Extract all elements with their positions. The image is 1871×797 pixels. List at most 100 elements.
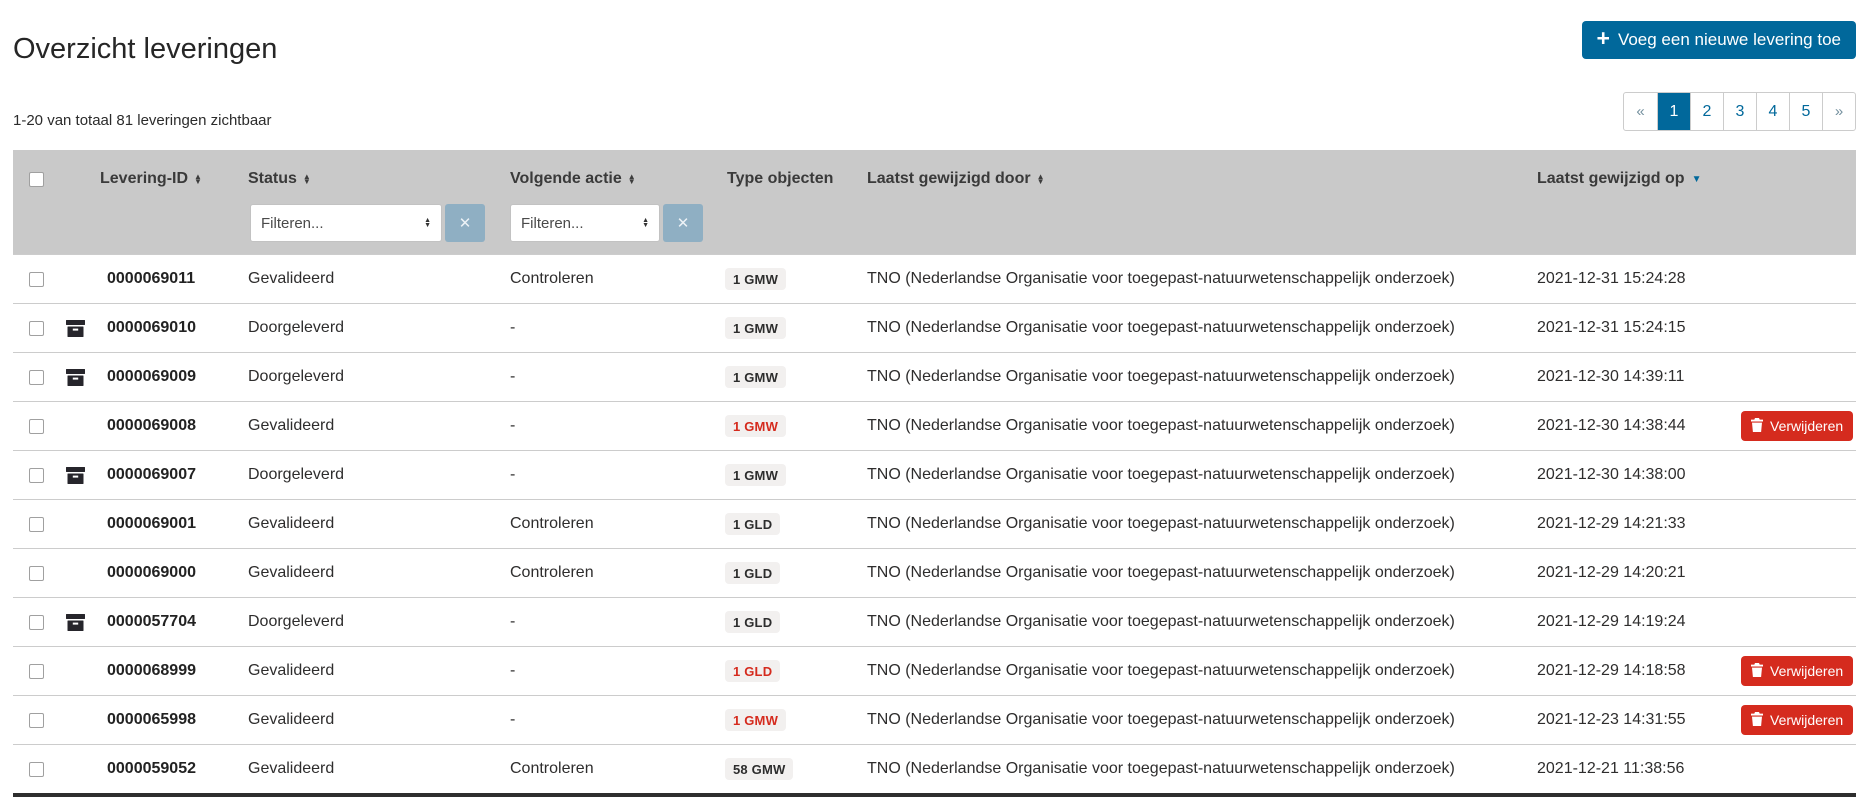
- add-delivery-button-label: Voeg een nieuwe levering toe: [1618, 30, 1841, 50]
- row-checkbox[interactable]: [29, 468, 44, 483]
- row-id: 0000065998: [107, 711, 196, 728]
- row-next-action: -: [510, 613, 515, 630]
- type-badge: 1 GLD: [725, 513, 780, 535]
- deliveries-table: Levering-ID ▲▼ Status ▲▼ Volgende actie …: [13, 150, 1856, 797]
- row-next-action: -: [510, 662, 515, 679]
- sort-icon: ▲▼: [194, 174, 202, 185]
- row-id: 0000069009: [107, 368, 196, 385]
- row-checkbox[interactable]: [29, 517, 44, 532]
- row-status: Gevalideerd: [248, 515, 334, 532]
- row-modified-by: TNO (Nederlandse Organisatie voor toegep…: [867, 662, 1455, 679]
- column-header-laatst-gewijzigd-op[interactable]: Laatst gewijzigd op ▼: [1537, 170, 1736, 188]
- row-modified-at: 2021-12-30 14:38:44: [1537, 417, 1686, 434]
- volgende-actie-filter-select[interactable]: Filteren... ▲▼: [510, 204, 660, 242]
- row-modified-by: TNO (Nederlandse Organisatie voor toegep…: [867, 319, 1455, 336]
- row-id: 0000069001: [107, 515, 196, 532]
- pagination-next[interactable]: »: [1822, 93, 1855, 130]
- row-id: 0000069010: [107, 319, 196, 336]
- select-all-checkbox[interactable]: [29, 172, 44, 187]
- row-checkbox[interactable]: [29, 713, 44, 728]
- status-filter-clear-button[interactable]: ✕: [445, 204, 485, 242]
- table-row: 0000069010 Doorgeleverd - 1 GMW TNO (Ned…: [13, 303, 1856, 352]
- sort-desc-icon: ▼: [1692, 174, 1702, 185]
- plus-icon: +: [1597, 25, 1610, 52]
- delete-button[interactable]: Verwijderen: [1741, 656, 1853, 686]
- row-next-action: Controleren: [510, 564, 594, 581]
- table-row: 0000065998 Gevalideerd - 1 GMW TNO (Nede…: [13, 695, 1856, 744]
- row-next-action: Controleren: [510, 760, 594, 777]
- type-badge: 1 GMW: [725, 709, 786, 731]
- delete-button-label: Verwijderen: [1770, 663, 1843, 679]
- row-id: 0000069008: [107, 417, 196, 434]
- column-header-laatst-gewijzigd-door[interactable]: Laatst gewijzigd door ▲▼: [867, 170, 1537, 188]
- select-arrows-icon: ▲▼: [642, 218, 649, 228]
- row-checkbox[interactable]: [29, 272, 44, 287]
- row-id: 0000057704: [107, 613, 196, 630]
- row-checkbox[interactable]: [29, 419, 44, 434]
- table-row: 0000069011 Gevalideerd Controleren 1 GMW…: [13, 254, 1856, 303]
- column-header-status[interactable]: Status ▲▼: [248, 170, 510, 188]
- row-modified-by: TNO (Nederlandse Organisatie voor toegep…: [867, 466, 1455, 483]
- row-id: 0000069007: [107, 466, 196, 483]
- row-modified-at: 2021-12-30 14:39:11: [1537, 368, 1684, 385]
- column-header-volgende-actie[interactable]: Volgende actie ▲▼: [510, 170, 722, 188]
- archive-icon: [66, 369, 85, 386]
- sort-icon: ▲▼: [628, 174, 636, 185]
- archive-icon: [66, 614, 85, 631]
- row-id: 0000068999: [107, 662, 196, 679]
- row-next-action: -: [510, 368, 515, 385]
- row-modified-at: 2021-12-23 14:31:55: [1537, 711, 1686, 728]
- row-checkbox[interactable]: [29, 321, 44, 336]
- delete-button[interactable]: Verwijderen: [1741, 705, 1853, 735]
- row-modified-by: TNO (Nederlandse Organisatie voor toegep…: [867, 417, 1455, 434]
- delete-button-label: Verwijderen: [1770, 712, 1843, 728]
- volgende-actie-filter-clear-button[interactable]: ✕: [663, 204, 703, 242]
- table-row: 0000069007 Doorgeleverd - 1 GMW TNO (Ned…: [13, 450, 1856, 499]
- row-next-action: -: [510, 466, 515, 483]
- pagination: «12345»: [1623, 92, 1856, 131]
- row-status: Doorgeleverd: [248, 368, 344, 385]
- pagination-page-3[interactable]: 3: [1723, 93, 1756, 130]
- status-filter-select[interactable]: Filteren... ▲▼: [250, 204, 442, 242]
- row-checkbox[interactable]: [29, 566, 44, 581]
- type-badge: 1 GMW: [725, 366, 786, 388]
- type-badge: 58 GMW: [725, 758, 793, 780]
- table-row: 0000057704 Doorgeleverd - 1 GLD TNO (Ned…: [13, 597, 1856, 646]
- type-badge: 1 GLD: [725, 611, 780, 633]
- type-badge: 1 GMW: [725, 464, 786, 486]
- row-checkbox[interactable]: [29, 615, 44, 630]
- pagination-page-1[interactable]: 1: [1657, 93, 1690, 130]
- row-status: Doorgeleverd: [248, 613, 344, 630]
- row-checkbox[interactable]: [29, 370, 44, 385]
- pagination-prev[interactable]: «: [1624, 93, 1657, 130]
- type-badge: 1 GLD: [725, 562, 780, 584]
- trash-icon: [1751, 418, 1763, 435]
- table-row: 0000069008 Gevalideerd - 1 GMW TNO (Nede…: [13, 401, 1856, 450]
- row-modified-at: 2021-12-29 14:19:24: [1537, 613, 1686, 630]
- table-row: 0000069009 Doorgeleverd - 1 GMW TNO (Ned…: [13, 352, 1856, 401]
- status-filter-placeholder: Filteren...: [261, 215, 324, 232]
- add-delivery-button[interactable]: + Voeg een nieuwe levering toe: [1582, 21, 1857, 59]
- row-modified-by: TNO (Nederlandse Organisatie voor toegep…: [867, 368, 1455, 385]
- table-header: Levering-ID ▲▼ Status ▲▼ Volgende actie …: [13, 150, 1856, 254]
- table-row: 0000068999 Gevalideerd - 1 GLD TNO (Nede…: [13, 646, 1856, 695]
- pagination-page-2[interactable]: 2: [1690, 93, 1723, 130]
- column-header-type-objecten: Type objecten: [722, 170, 867, 188]
- delete-button[interactable]: Verwijderen: [1741, 411, 1853, 441]
- row-modified-at: 2021-12-31 15:24:28: [1537, 270, 1686, 287]
- row-modified-by: TNO (Nederlandse Organisatie voor toegep…: [867, 711, 1455, 728]
- row-next-action: -: [510, 417, 515, 434]
- row-id: 0000059052: [107, 760, 196, 777]
- column-header-levering-id[interactable]: Levering-ID ▲▼: [100, 170, 248, 188]
- row-id: 0000069011: [107, 270, 195, 287]
- table-row: 0000069001 Gevalideerd Controleren 1 GLD…: [13, 499, 1856, 548]
- row-modified-at: 2021-12-30 14:38:00: [1537, 466, 1686, 483]
- pagination-page-5[interactable]: 5: [1789, 93, 1822, 130]
- row-modified-by: TNO (Nederlandse Organisatie voor toegep…: [867, 613, 1455, 630]
- row-next-action: -: [510, 711, 515, 728]
- row-checkbox[interactable]: [29, 762, 44, 777]
- row-status: Gevalideerd: [248, 662, 334, 679]
- row-checkbox[interactable]: [29, 664, 44, 679]
- trash-icon: [1751, 712, 1763, 729]
- pagination-page-4[interactable]: 4: [1756, 93, 1789, 130]
